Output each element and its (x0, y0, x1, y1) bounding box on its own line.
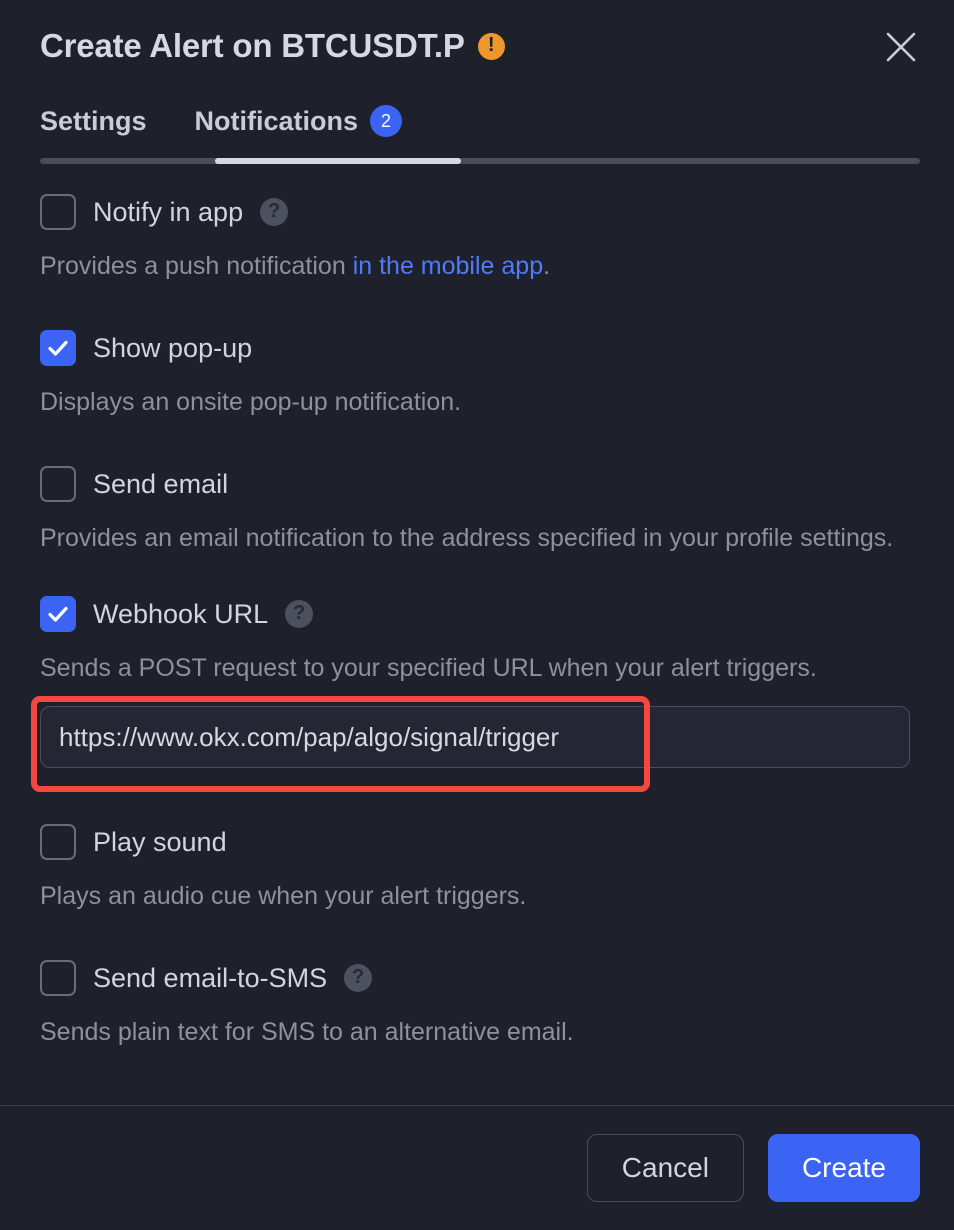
checkbox-send-email-to-sms[interactable] (40, 960, 76, 996)
tab-settings-label: Settings (40, 105, 147, 136)
help-glyph: ? (267, 200, 281, 222)
help-icon-send-email-to-sms[interactable]: ? (344, 964, 373, 992)
cancel-button[interactable]: Cancel (586, 1134, 744, 1202)
checkbox-webhook-url[interactable] (40, 596, 76, 632)
description-webhook-url: Sends a POST request to your specified U… (40, 654, 817, 682)
mobile-app-link[interactable]: in the mobile app (353, 252, 543, 280)
option-row-notify-in-app: Notify in app ? (40, 192, 914, 232)
option-row-webhook-url: Webhook URL ? (40, 594, 914, 634)
description-send-email: Provides an email notification to the ad… (40, 524, 894, 552)
option-row-play-sound: Play sound (40, 822, 914, 862)
option-row-show-popup: Show pop-up (40, 328, 914, 368)
tab-notifications[interactable]: Notifications 2 (195, 105, 403, 137)
option-row-send-email: Send email (40, 464, 914, 504)
tab-notifications-badge: 2 (370, 105, 403, 137)
tab-settings[interactable]: Settings (40, 106, 147, 137)
create-alert-dialog: Create Alert on BTCUSDT.P ! Settings Not… (0, 0, 954, 1230)
dialog-header: Create Alert on BTCUSDT.P ! (0, 0, 954, 92)
desc-text-suffix: . (543, 252, 551, 280)
label-play-sound: Play sound (93, 826, 227, 857)
page-title: Create Alert on BTCUSDT.P (40, 27, 465, 64)
checkbox-send-email[interactable] (40, 466, 76, 502)
option-row-send-email-to-sms: Send email-to-SMS ? (40, 958, 914, 998)
help-icon-webhook-url[interactable]: ? (285, 600, 314, 628)
label-send-email: Send email (93, 468, 229, 499)
description-show-popup: Displays an onsite pop-up notification. (40, 388, 462, 416)
checkbox-show-popup[interactable] (40, 330, 76, 366)
warning-exclamation-icon: ! (477, 32, 505, 60)
tab-notifications-label: Notifications (194, 105, 359, 136)
create-button[interactable]: Create (767, 1134, 920, 1202)
checkbox-notify-in-app[interactable] (40, 194, 76, 230)
description-send-email-to-sms: Sends plain text for SMS to an alternati… (40, 1018, 574, 1046)
tab-bar: Settings Notifications 2 (0, 92, 954, 164)
webhook-url-input[interactable] (40, 706, 910, 768)
help-glyph: ? (351, 966, 365, 988)
webhook-input-zone (31, 696, 914, 792)
label-notify-in-app: Notify in app (93, 196, 244, 227)
label-send-email-to-sms: Send email-to-SMS (93, 962, 328, 993)
description-play-sound: Plays an audio cue when your alert trigg… (40, 882, 527, 910)
label-webhook-url: Webhook URL (93, 598, 269, 629)
close-icon[interactable] (876, 22, 926, 72)
description-notify-in-app: Provides a push notification in the mobi… (40, 248, 900, 284)
notifications-panel: Notify in app ? Provides a push notifica… (0, 164, 954, 1105)
title-wrap: Create Alert on BTCUSDT.P ! (40, 27, 505, 65)
desc-text-prefix: Provides a push notification (40, 252, 353, 280)
label-show-popup: Show pop-up (93, 332, 253, 363)
tab-list: Settings Notifications 2 (40, 92, 914, 150)
warning-glyph: ! (487, 34, 495, 56)
dialog-footer: Cancel Create (0, 1105, 954, 1230)
checkbox-play-sound[interactable] (40, 824, 76, 860)
help-icon-notify-in-app[interactable]: ? (260, 198, 289, 226)
help-glyph: ? (292, 602, 306, 624)
